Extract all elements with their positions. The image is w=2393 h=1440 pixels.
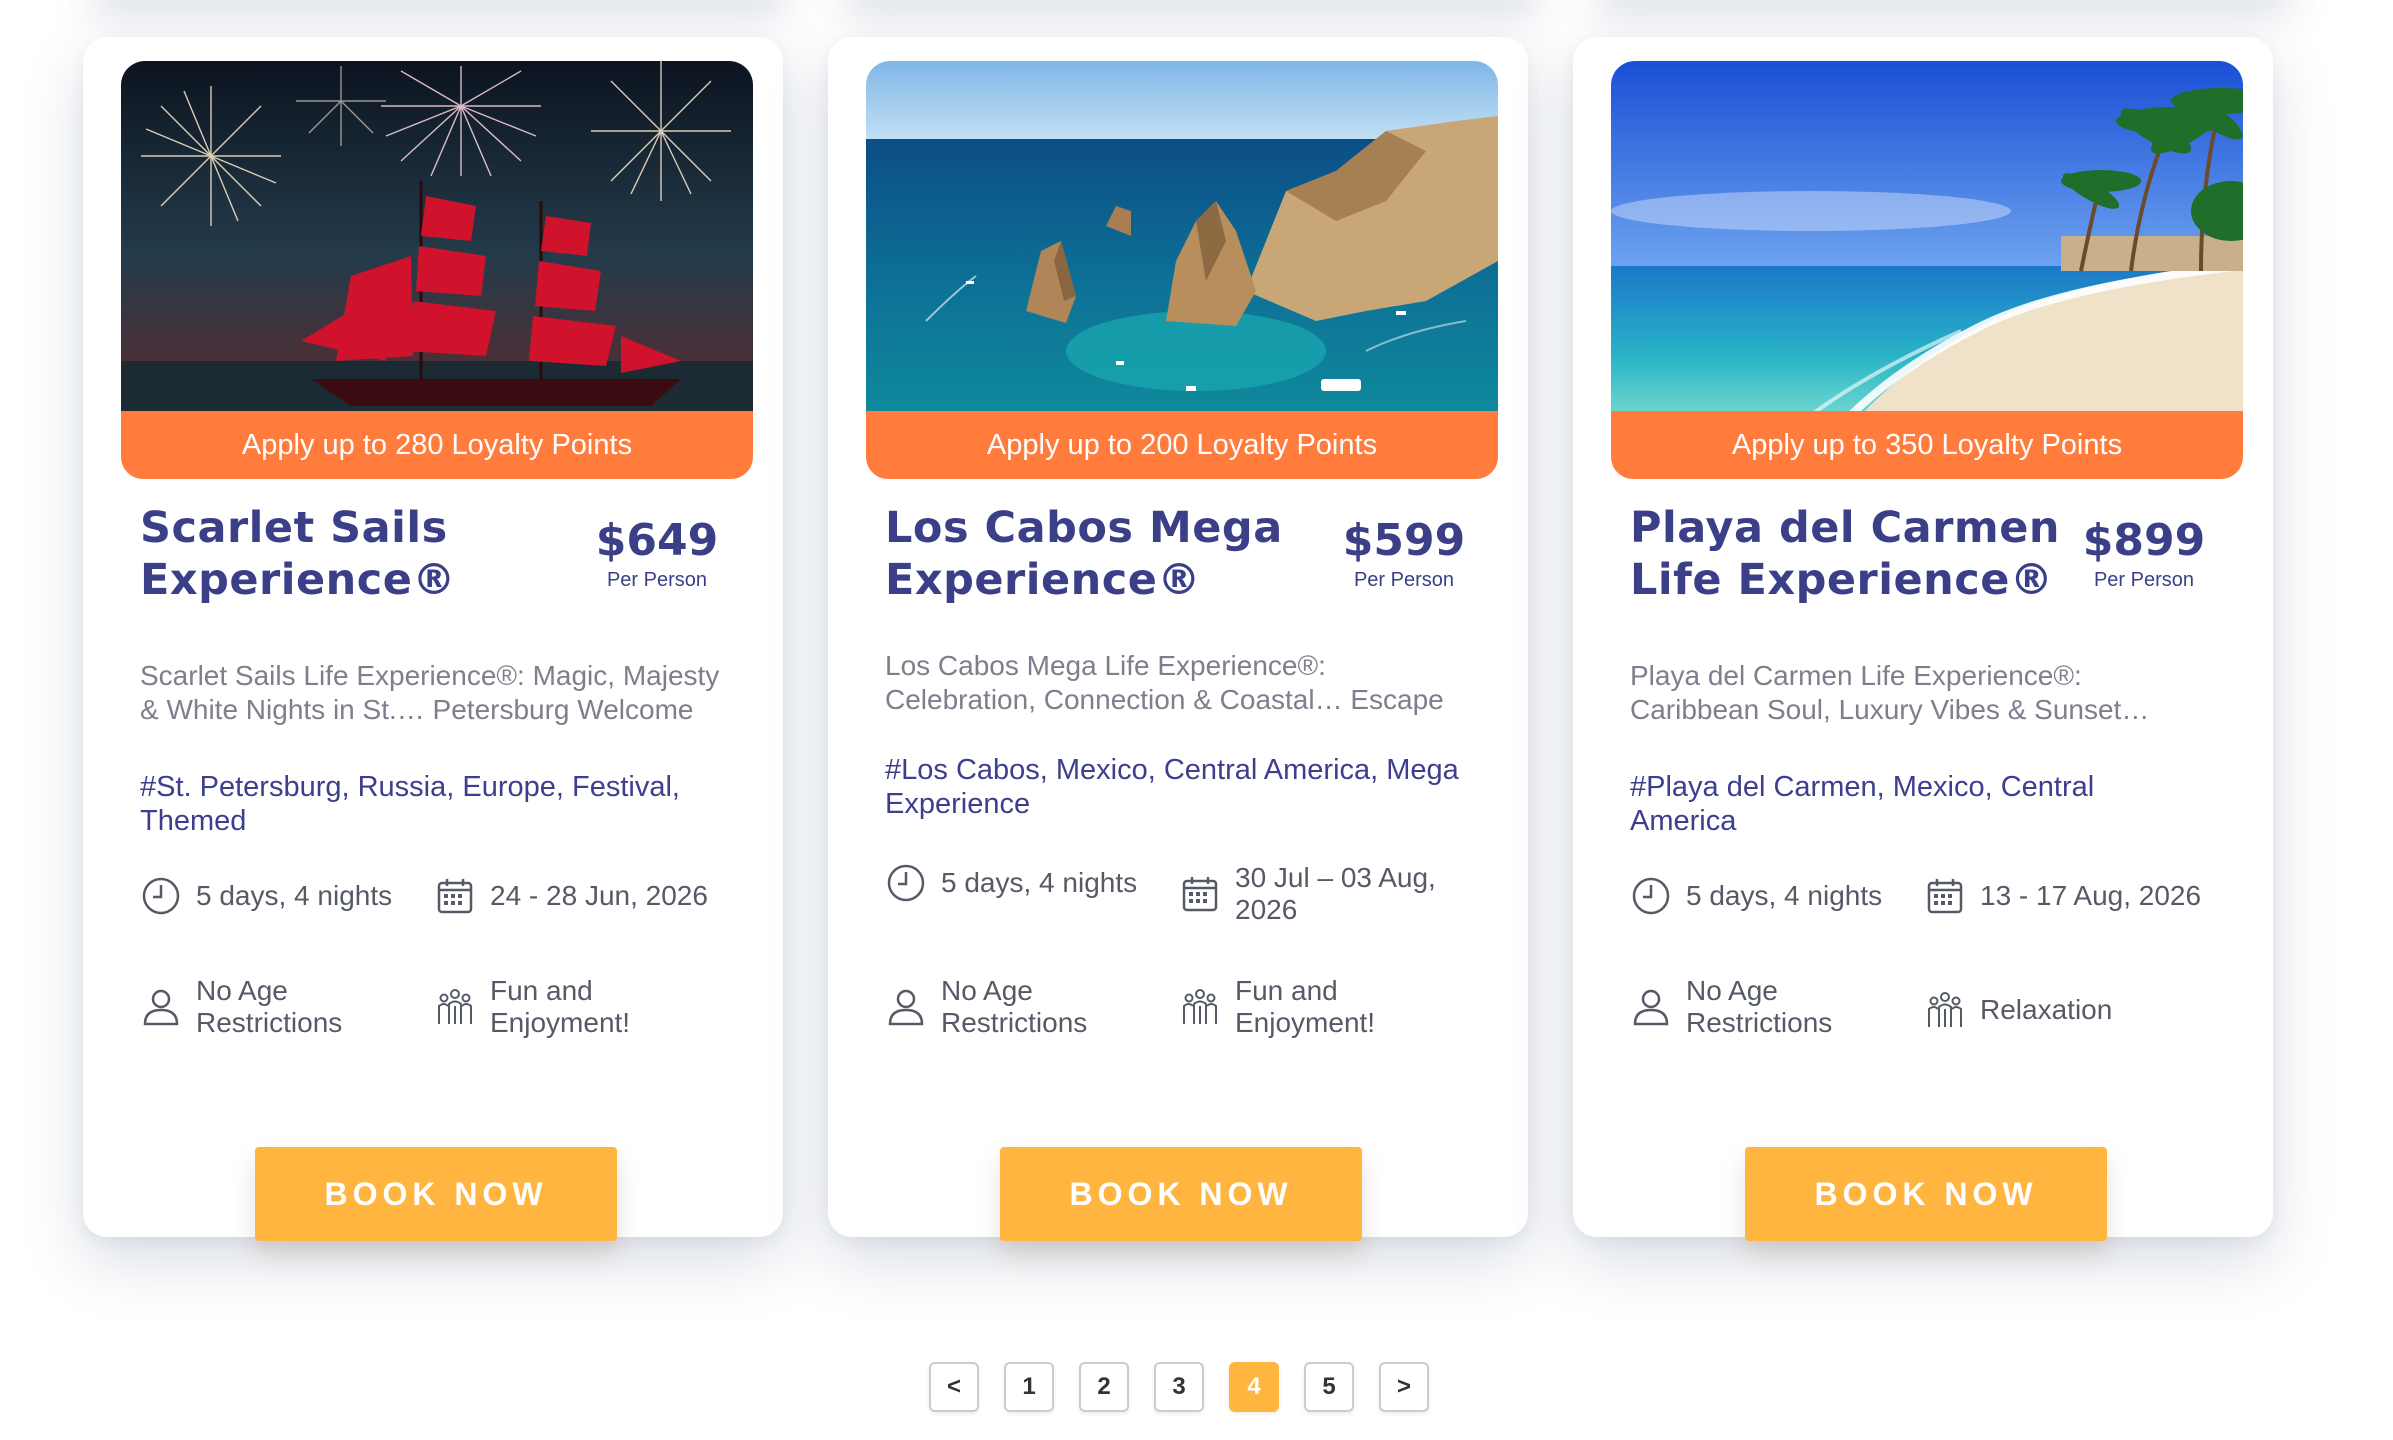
duration-text: 5 days, 4 nights <box>196 880 393 911</box>
card-image-playa-del-carmen[interactable] <box>1611 61 2243 415</box>
duration-text: 5 days, 4 nights <box>1686 880 1883 911</box>
pagination-next[interactable]: > <box>1379 1362 1429 1412</box>
duration: 5 days, 4 nights <box>885 862 1137 904</box>
theme: Fun and Enjoyment! <box>1179 975 1395 1039</box>
pagination: < 1 2 3 4 5 > <box>929 1362 1454 1414</box>
book-now-button[interactable]: BOOK NOW <box>1000 1147 1362 1241</box>
clock-icon <box>1630 875 1672 917</box>
dates: 24 - 28 Jun, 2026 <box>434 875 708 917</box>
age-text: No Age Restrictions <box>941 975 1088 1038</box>
card-tags[interactable]: #Playa del Carmen, Mexico, Central Ameri… <box>1630 770 2170 838</box>
book-now-button[interactable]: BOOK NOW <box>255 1147 617 1241</box>
age-restriction: No Age Restrictions <box>1630 975 1866 1039</box>
card-description: Playa del Carmen Life Experience®: Carib… <box>1630 660 2150 733</box>
dates-text: 24 - 28 Jun, 2026 <box>490 880 708 911</box>
pagination-page-5[interactable]: 5 <box>1304 1362 1354 1412</box>
clock-icon <box>885 862 927 904</box>
duration: 5 days, 4 nights <box>140 875 392 917</box>
age-restriction: No Age Restrictions <box>885 975 1121 1039</box>
age-text: No Age Restrictions <box>196 975 343 1038</box>
person-icon <box>140 986 182 1028</box>
card-image-los-cabos[interactable] <box>866 61 1498 415</box>
card-tags[interactable]: #St. Petersburg, Russia, Europe, Festiva… <box>140 770 740 838</box>
dates: 30 Jul – 03 Aug, 2026 <box>1179 862 1495 926</box>
theme-text: Fun and Enjoyment! <box>490 975 631 1038</box>
people-icon <box>434 986 476 1028</box>
age-text: No Age Restrictions <box>1686 975 1833 1038</box>
calendar-icon <box>434 875 476 917</box>
age-restriction: No Age Restrictions <box>140 975 376 1039</box>
card-tags[interactable]: #Los Cabos, Mexico, Central America, Meg… <box>885 753 1485 821</box>
card-title[interactable]: Playa del Carmen Life Experience® <box>1630 502 2080 606</box>
loyalty-points-banner: Apply up to 200 Loyalty Points <box>866 411 1498 479</box>
pagination-page-1[interactable]: 1 <box>1004 1362 1054 1412</box>
card-title[interactable]: Los Cabos Mega Experience® <box>885 502 1325 606</box>
person-icon <box>1630 986 1672 1028</box>
people-icon <box>1924 989 1966 1031</box>
experience-card: Apply up to 280 Loyalty Points Scarlet S… <box>83 37 783 1241</box>
price-unit: Per Person <box>606 569 708 591</box>
price-unit: Per Person <box>2093 569 2195 591</box>
person-icon <box>885 986 927 1028</box>
dates-text: 13 - 17 Aug, 2026 <box>1980 880 2202 911</box>
loyalty-points-banner: Apply up to 280 Loyalty Points <box>121 411 753 479</box>
price: $649 <box>595 515 719 566</box>
price-unit: Per Person <box>1353 569 1455 591</box>
pagination-page-3[interactable]: 3 <box>1154 1362 1204 1412</box>
pagination-page-4-current[interactable]: 4 <box>1229 1362 1279 1412</box>
clock-icon <box>140 875 182 917</box>
theme-text: Fun and Enjoyment! <box>1235 975 1376 1038</box>
calendar-icon <box>1924 875 1966 917</box>
experience-card: Apply up to 200 Loyalty Points Los Cabos… <box>828 37 1528 1241</box>
pagination-page-2[interactable]: 2 <box>1079 1362 1129 1412</box>
loyalty-points-banner: Apply up to 350 Loyalty Points <box>1611 411 2243 479</box>
dates: 13 - 17 Aug, 2026 <box>1924 875 2201 917</box>
theme-text: Relaxation <box>1980 994 2113 1025</box>
price: $599 <box>1342 515 1466 566</box>
people-icon <box>1179 986 1221 1028</box>
dates-text: 30 Jul – 03 Aug, 2026 <box>1235 862 1436 925</box>
pagination-prev[interactable]: < <box>929 1362 979 1412</box>
card-image-scarlet-sails[interactable] <box>121 61 753 415</box>
duration-text: 5 days, 4 nights <box>941 867 1138 898</box>
experience-card: Apply up to 350 Loyalty Points Playa del… <box>1573 37 2273 1241</box>
theme: Relaxation <box>1924 989 2112 1031</box>
book-now-button[interactable]: BOOK NOW <box>1745 1147 2107 1241</box>
duration: 5 days, 4 nights <box>1630 875 1882 917</box>
calendar-icon <box>1179 873 1221 915</box>
card-description: Los Cabos Mega Life Experience®: Celebra… <box>885 650 1444 723</box>
card-description: Scarlet Sails Life Experience®: Magic, M… <box>140 660 720 733</box>
price: $899 <box>2082 515 2206 566</box>
card-title[interactable]: Scarlet Sails Experience® <box>140 502 580 606</box>
theme: Fun and Enjoyment! <box>434 975 650 1039</box>
